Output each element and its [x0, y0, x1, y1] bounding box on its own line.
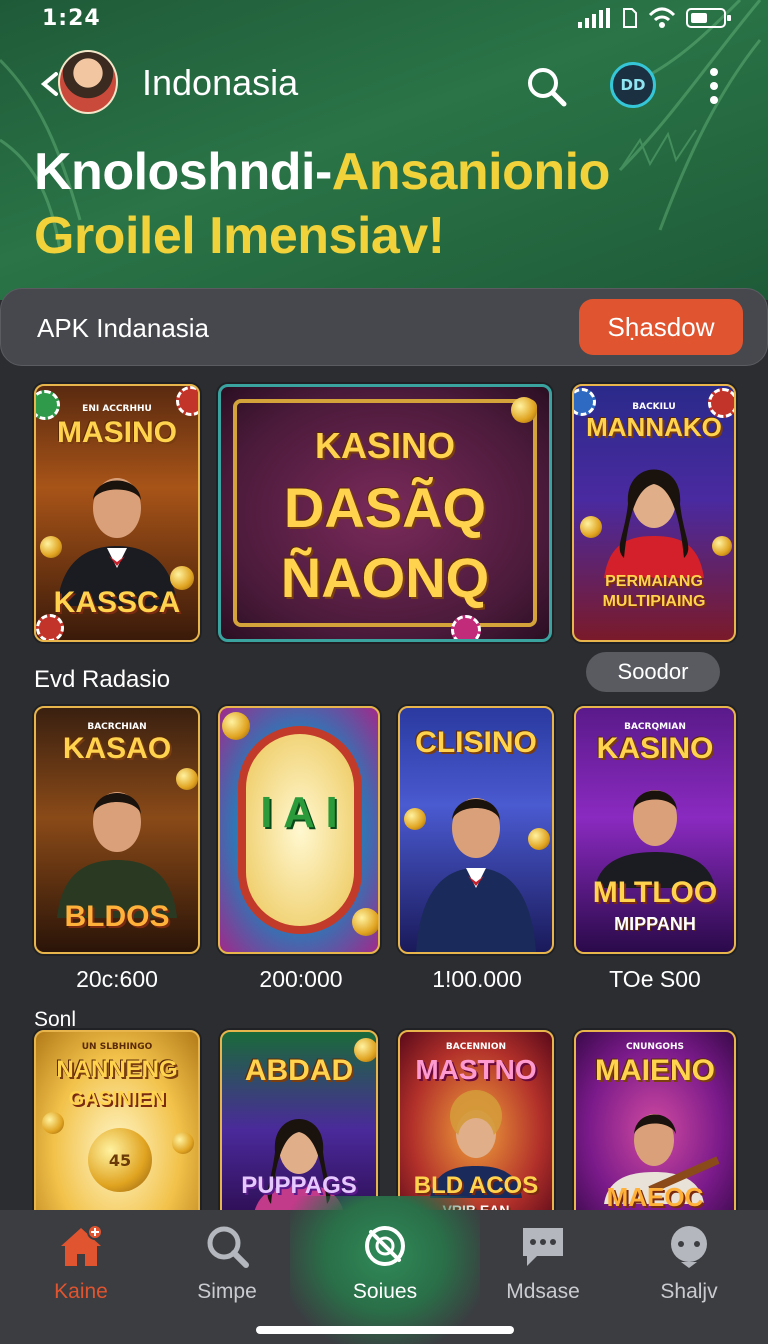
- section-label-1: Evd Radasio: [34, 666, 171, 693]
- coin-icon: [222, 712, 250, 740]
- featured-game-card[interactable]: BACKILU MANNAKO PERMAIANG MULTIPIAING: [572, 384, 736, 642]
- home-indicator[interactable]: [256, 1326, 514, 1334]
- tile-bottom-text: MLTLOO: [592, 876, 718, 909]
- tile-sub-text: GASINIEN: [68, 1088, 166, 1110]
- tile-small-text: BACKILU: [632, 402, 676, 412]
- host-portrait: [416, 798, 536, 952]
- tile-bottom-text: BLDOS: [64, 900, 170, 933]
- nav-item-search[interactable]: Simpe: [162, 1222, 292, 1312]
- chat-icon: [523, 1228, 563, 1266]
- coin-icon: [511, 397, 537, 423]
- wifi-icon: [648, 7, 676, 28]
- tile-title: MANNAKO: [586, 412, 722, 442]
- search-icon[interactable]: [524, 64, 568, 108]
- banner-line2: DASÃQ: [283, 476, 487, 539]
- banner-title: KASINO: [314, 425, 455, 466]
- big-coin-icon: 45: [88, 1128, 152, 1192]
- nav-label: Mdsase: [506, 1280, 580, 1303]
- sim-icon: [623, 8, 637, 28]
- coin-icon: [580, 516, 602, 538]
- game-card[interactable]: CNUNGOHS MAIENO MAEOC: [574, 1030, 736, 1230]
- tile-title: NANNENG: [56, 1056, 178, 1083]
- tile-title: KASAO: [62, 732, 172, 765]
- status-bar: 1:24: [0, 0, 768, 36]
- nav-label: Simpe: [197, 1280, 257, 1303]
- section-label-2: Sonl: [34, 1008, 77, 1031]
- tile-title: I A I: [260, 788, 338, 837]
- download-button[interactable]: Sḥasdow: [579, 299, 743, 355]
- tile-small-text: ENI ACCRHHU: [82, 404, 152, 414]
- game-card[interactable]: I A I: [218, 706, 380, 954]
- host-portrait: [57, 792, 177, 918]
- game-card[interactable]: UN SLBHINGO NANNENG GASINIEN 45: [34, 1030, 200, 1230]
- status-icons: [578, 7, 732, 29]
- coin-icon: [404, 808, 426, 830]
- tile-bottom-text: KASSCA: [53, 586, 181, 619]
- tile-small-text: CNUNGOHS: [625, 1042, 685, 1052]
- avatar[interactable]: [58, 50, 118, 114]
- home-icon: [61, 1224, 103, 1266]
- nav-item-messages[interactable]: Mdsase: [478, 1222, 608, 1312]
- tile-title: CLISINO: [415, 726, 537, 759]
- nav-item-home[interactable]: Kaine: [16, 1222, 146, 1312]
- game-card[interactable]: BACRCHIAN KASAO BLDOS: [34, 706, 200, 954]
- see-more-button[interactable]: Soodor: [586, 652, 720, 692]
- casino-chip-icon: [36, 614, 64, 640]
- compass-icon: [365, 1226, 405, 1266]
- nav-label: Shaljv: [660, 1280, 718, 1303]
- tile-bottom-text: MAEOC: [606, 1182, 704, 1212]
- more-vertical-icon[interactable]: [704, 66, 724, 106]
- host-portrait: [604, 469, 704, 578]
- signal-icon: [578, 8, 610, 28]
- search-icon: [207, 1226, 249, 1268]
- apk-banner: APK Indanasia Sḥasdow: [0, 288, 768, 366]
- tile-title: KASINO: [596, 732, 714, 765]
- tile-small-text: BACRCHIAN: [87, 722, 147, 732]
- featured-game-banner[interactable]: KASINO DASÃQ ÑAONQ: [218, 384, 552, 642]
- banner-line3: ÑAONQ: [280, 546, 490, 609]
- top-navigation: Indonasia DD: [0, 48, 768, 120]
- coin-icon: [40, 536, 62, 558]
- tile-title: MASINO: [57, 416, 177, 449]
- tile-bottom-text-2: MIPPANH: [614, 914, 696, 934]
- game-value: 20c:600: [76, 966, 158, 992]
- coin-icon: [712, 536, 732, 556]
- status-time: 1:24: [42, 5, 101, 31]
- hero-line2: Groilel Imensiav!: [34, 207, 445, 265]
- coin-icon: [42, 1112, 64, 1134]
- profile-badge[interactable]: DD: [610, 62, 656, 108]
- app-title: Indonasia: [142, 62, 299, 103]
- featured-game-card[interactable]: ENI ACCRHHU MASINO KASSCA: [34, 384, 200, 642]
- casino-chip-icon: [451, 615, 481, 639]
- battery-icon: [686, 8, 731, 28]
- hero-line1-white: Knoloshndi-: [34, 143, 332, 201]
- tile-title: MAIENO: [595, 1054, 715, 1087]
- nav-item-explore[interactable]: Soiues: [320, 1222, 450, 1312]
- coin-icon: [176, 768, 198, 790]
- hero-line1-yellow: Ansanionio: [331, 143, 611, 201]
- coin-icon: [352, 908, 378, 936]
- tile-title: MASTNO: [415, 1054, 537, 1085]
- host-portrait: [57, 478, 177, 606]
- support-icon: [671, 1226, 707, 1268]
- game-card[interactable]: BACRQMIAN KASINO MLTLOO MIPPANH: [574, 706, 736, 954]
- tile-small-text: BACRQMIAN: [624, 722, 686, 732]
- nav-item-support[interactable]: Shaljv: [624, 1222, 754, 1312]
- game-value: 200:000: [259, 966, 343, 992]
- coin-icon: [354, 1038, 376, 1062]
- hero-headline: Knoloshndi-Ansanionio Groilel Imensiav!: [34, 140, 754, 268]
- game-value: 1!00.000: [432, 966, 522, 992]
- apk-label: APK Indanasia: [37, 313, 210, 343]
- coin-icon: [172, 1132, 194, 1154]
- game-card[interactable]: CLISINO: [398, 706, 554, 954]
- tile-bottom-text: PERMAIANG MULTIPIAING: [602, 573, 706, 610]
- tile-small-text: UN SLBHINGO: [81, 1042, 153, 1052]
- coin-icon: [528, 828, 550, 850]
- tile-small-text: BACENNION: [445, 1042, 507, 1052]
- nav-label: Kaine: [54, 1280, 108, 1303]
- nav-label: Soiues: [352, 1280, 418, 1303]
- game-value: TOe S00: [609, 966, 701, 992]
- host-portrait: [595, 790, 715, 888]
- tile-title: ABDAD: [244, 1054, 354, 1087]
